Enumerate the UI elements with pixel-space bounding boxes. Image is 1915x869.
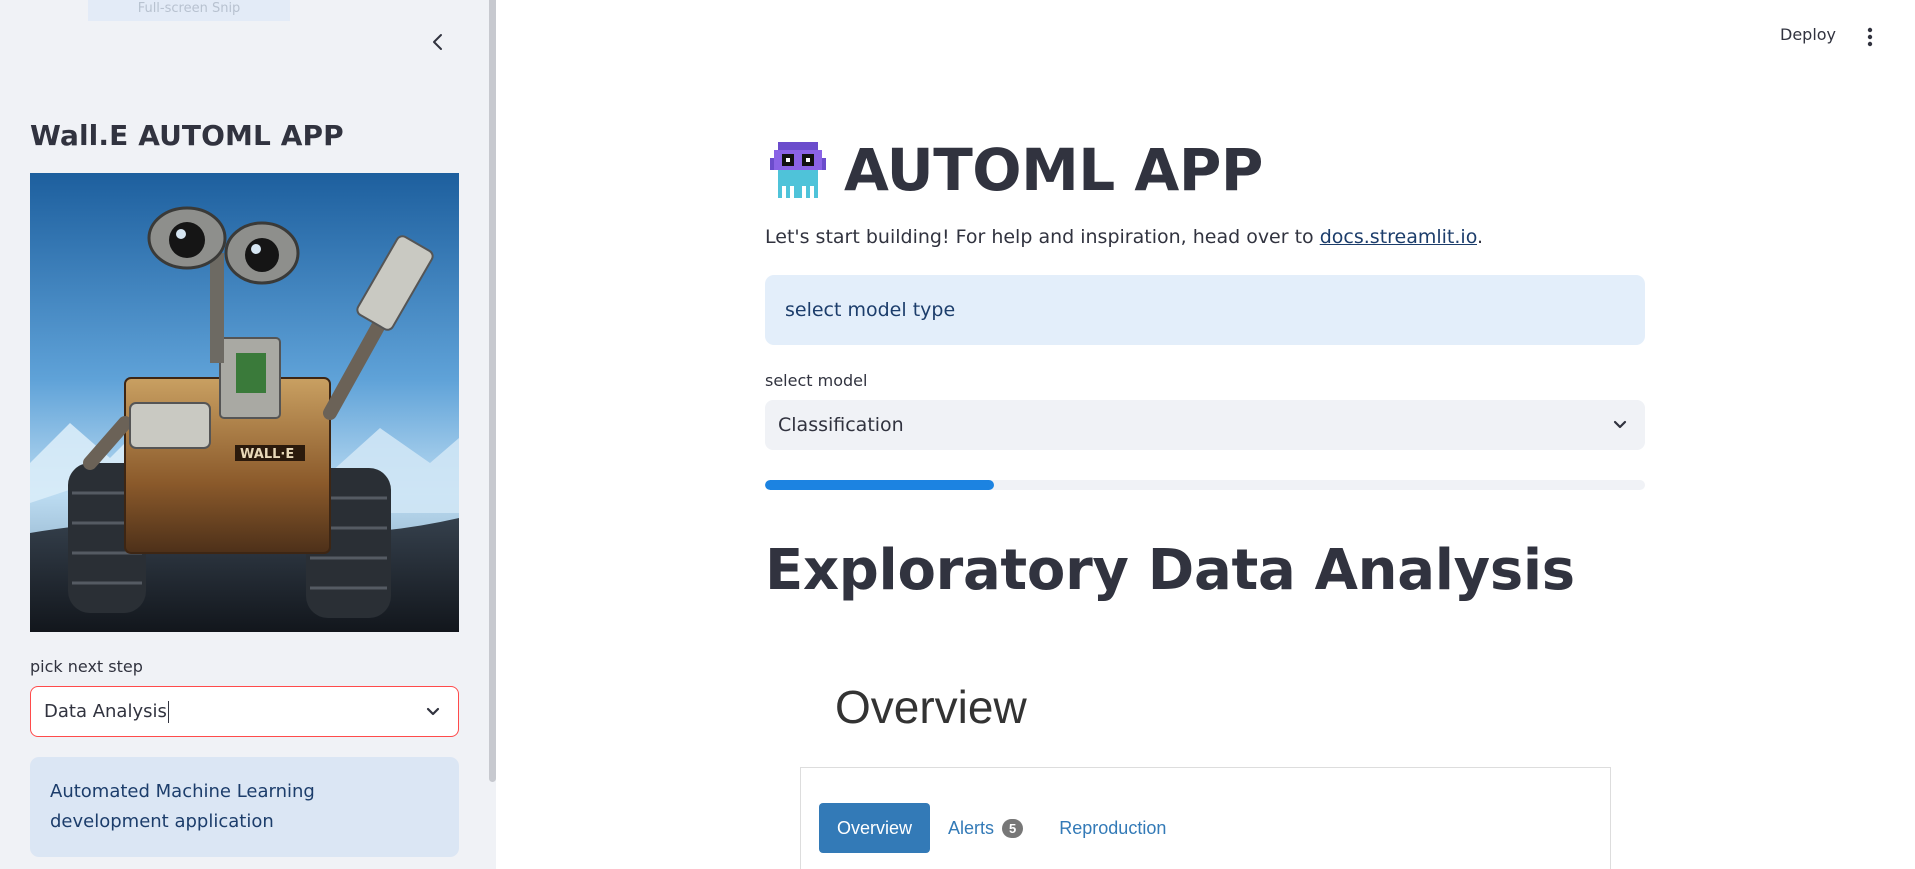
report-panel: Overview Alerts 5 Reproduction [800, 767, 1611, 869]
deploy-button[interactable]: Deploy [1780, 25, 1836, 44]
chevron-left-icon [433, 34, 442, 50]
pick-next-step-label: pick next step [30, 657, 143, 676]
next-step-value: Data Analysis [44, 701, 167, 722]
tab-overview[interactable]: Overview [819, 803, 931, 853]
tab-alerts[interactable]: Alerts 5 [930, 803, 1041, 853]
text-cursor [167, 700, 169, 723]
collapse-sidebar-button[interactable] [426, 28, 450, 56]
model-select-value: Classification [778, 414, 904, 436]
docs-link[interactable]: docs.streamlit.io [1320, 226, 1477, 248]
more-vertical-icon [1867, 27, 1873, 47]
tab-overview-label: Overview [837, 817, 913, 838]
chevron-down-icon [1613, 420, 1627, 429]
progress-bar [765, 480, 1645, 490]
app-title-text: AUTOML APP [844, 136, 1263, 204]
tab-reproduction-label: Reproduction [1059, 817, 1167, 838]
alerts-count-badge: 5 [1002, 818, 1024, 838]
report-tabs: Overview Alerts 5 Reproduction [819, 803, 1184, 853]
subtitle-text: Let's start building! For help and inspi… [765, 226, 1320, 248]
model-select[interactable]: Classification [765, 400, 1645, 450]
page-title: AUTOML APP [766, 135, 1263, 205]
subtitle: Let's start building! For help and inspi… [765, 226, 1483, 248]
sidebar-title: Wall.E AUTOML APP [30, 119, 344, 152]
walle-image: WALL·E [30, 173, 459, 632]
next-step-select[interactable]: Data Analysis [30, 686, 459, 737]
chevron-down-icon [426, 707, 440, 716]
sidebar-scrollbar[interactable] [489, 0, 496, 782]
model-type-info-box: select model type [765, 275, 1645, 345]
full-screen-snip-tooltip: Full-screen Snip [88, 0, 290, 21]
space-invader-icon [770, 142, 826, 198]
subtitle-suffix: . [1477, 226, 1484, 248]
sidebar: Full-screen Snip Wall.E AUTOML APP WALL·… [0, 0, 496, 869]
main-menu-button[interactable] [1864, 25, 1876, 49]
progress-bar-fill [765, 480, 994, 490]
tab-reproduction[interactable]: Reproduction [1041, 803, 1184, 853]
app-info-box: Automated Machine Learning development a… [30, 757, 459, 857]
svg-text:WALL·E: WALL·E [240, 447, 294, 462]
select-model-label: select model [765, 371, 868, 390]
eda-heading: Exploratory Data Analysis [765, 538, 1575, 603]
tab-alerts-label: Alerts [948, 817, 995, 838]
report-overview-heading: Overview [835, 681, 1027, 733]
